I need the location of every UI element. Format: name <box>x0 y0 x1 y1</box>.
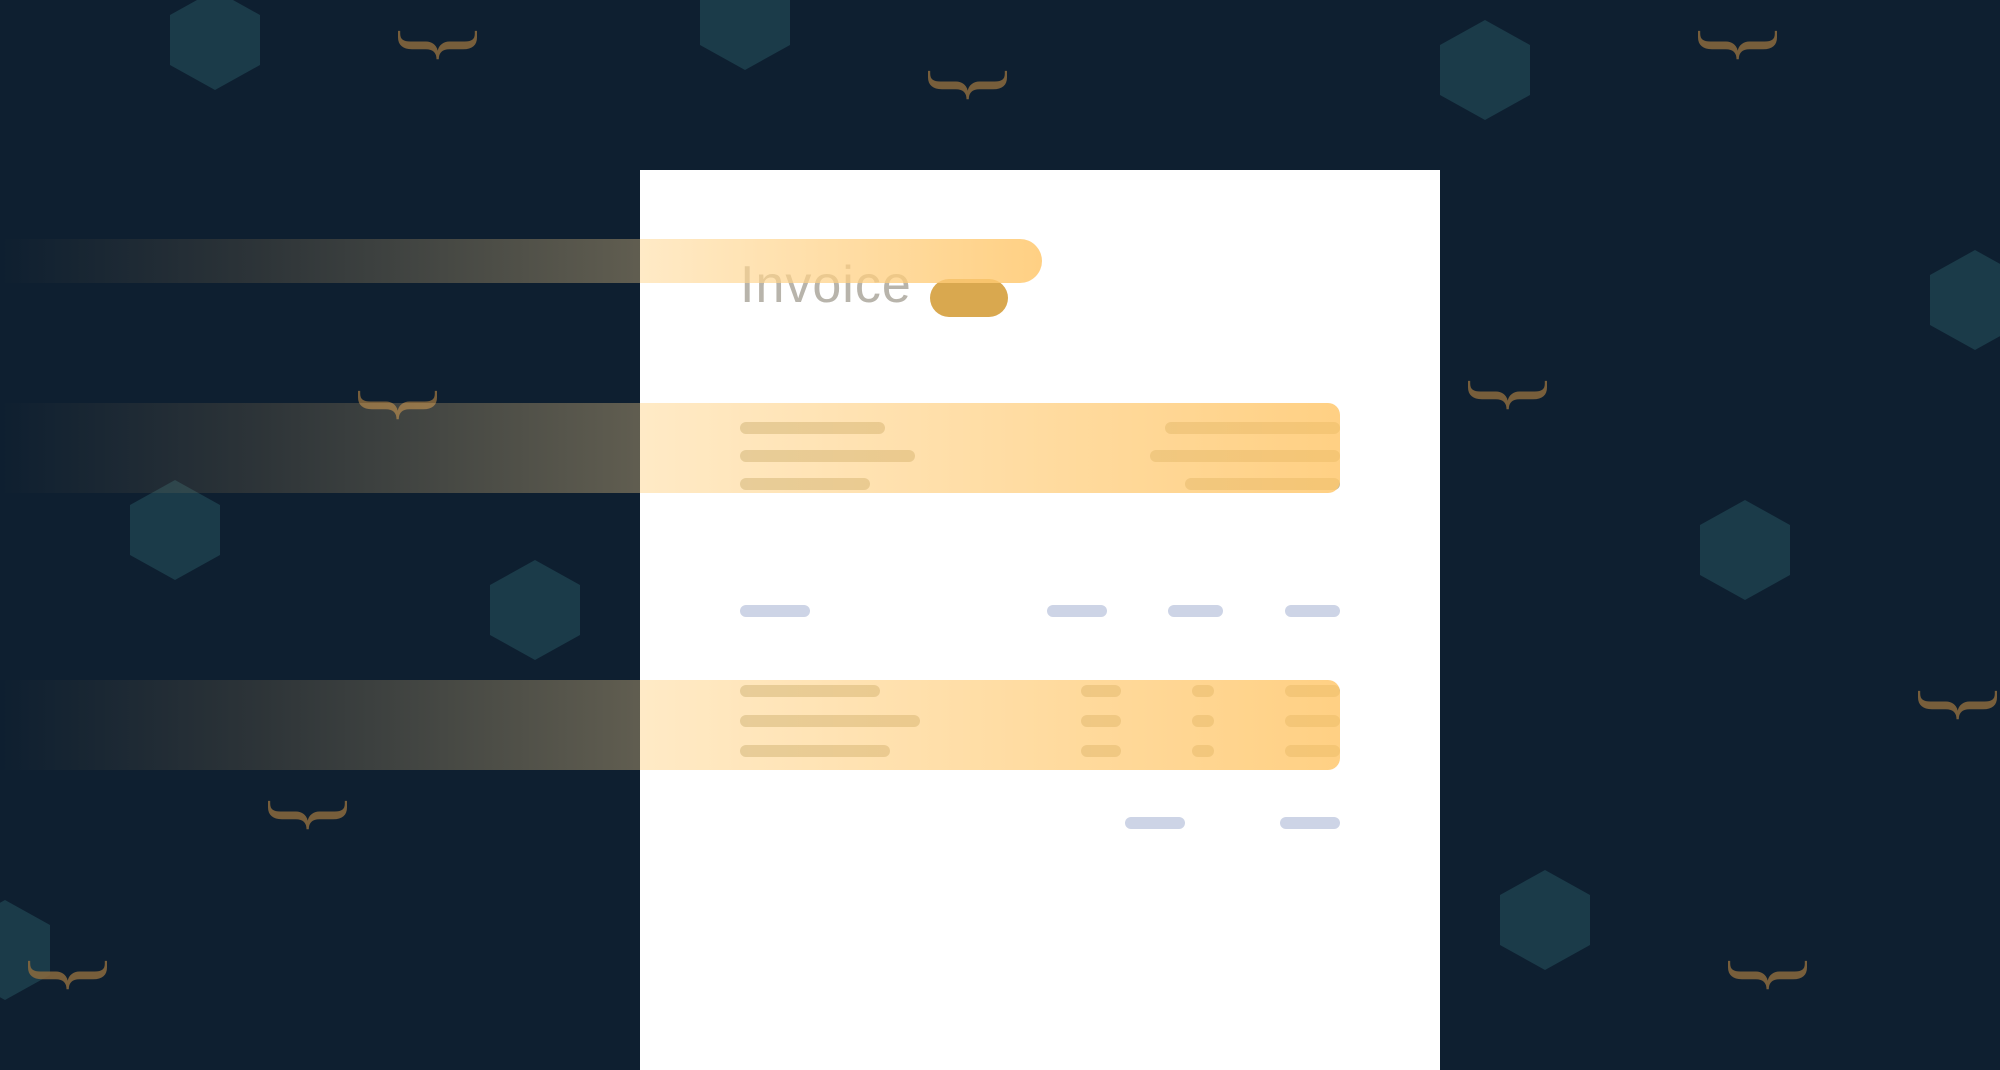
invoice-number-placeholder <box>930 279 1008 317</box>
highlight-overlay <box>640 680 1340 770</box>
hexagon-icon <box>1440 20 1530 120</box>
hexagon-icon <box>130 480 220 580</box>
brace-icon: } <box>1688 22 1798 68</box>
motion-streak <box>0 680 640 770</box>
column-header-placeholder <box>1285 605 1340 617</box>
hexagon-icon <box>490 560 580 660</box>
brace-icon: } <box>918 62 1028 108</box>
brace-icon: } <box>1458 372 1568 418</box>
motion-streak <box>0 239 640 283</box>
brace-icon: } <box>258 792 368 838</box>
highlight-overlay <box>640 403 1340 493</box>
hexagon-icon <box>1930 250 2000 350</box>
column-header-placeholder <box>1168 605 1223 617</box>
invoice-document: Invoice <box>640 170 1440 1070</box>
column-header-placeholder <box>740 605 810 617</box>
totals-row <box>740 817 1340 829</box>
brace-icon: } <box>1718 952 1828 998</box>
brace-icon: } <box>1908 682 2000 728</box>
column-header-placeholder <box>1047 605 1107 617</box>
brace-icon: } <box>18 952 128 998</box>
brace-icon: } <box>388 22 498 68</box>
hexagon-icon <box>170 0 260 90</box>
motion-streak <box>0 403 640 493</box>
hexagon-icon <box>1700 500 1790 600</box>
hexagon-icon <box>700 0 790 70</box>
table-header <box>740 605 1340 617</box>
total-label-placeholder <box>1125 817 1185 829</box>
total-value-placeholder <box>1280 817 1340 829</box>
hexagon-icon <box>1500 870 1590 970</box>
highlight-overlay <box>640 239 1042 283</box>
